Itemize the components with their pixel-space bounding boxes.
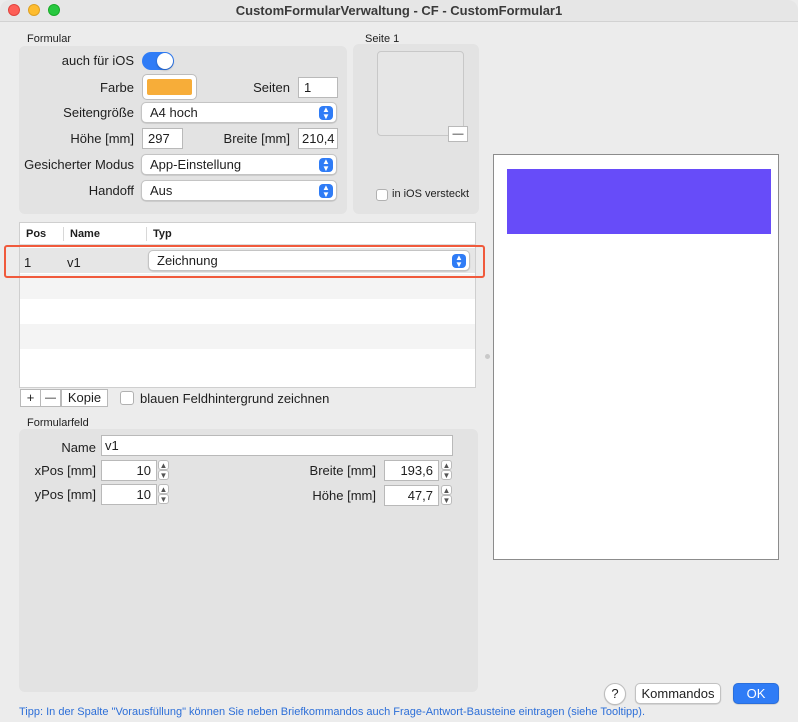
seiten-field[interactable]: 1 (298, 77, 338, 98)
help-button[interactable]: ? (604, 683, 626, 705)
column-separator (63, 227, 64, 241)
formular-section-label: Formular (27, 33, 72, 45)
selection-highlight (4, 245, 485, 278)
preview-field-v1[interactable] (507, 169, 771, 234)
handoff-value: Aus (150, 183, 173, 198)
ypos-stepper[interactable]: ▲ ▼ (158, 484, 169, 505)
hoehe-field[interactable]: 297 (142, 128, 183, 149)
table-row-empty (20, 324, 475, 349)
xpos-field[interactable]: 10 (101, 460, 157, 481)
column-separator (146, 227, 147, 241)
seitengroesse-value: A4 hoch (150, 105, 198, 120)
name-field[interactable]: v1 (101, 435, 453, 456)
ios-hidden-label: in iOS versteckt (392, 188, 470, 200)
feld-breite-label: Breite [mm] (309, 463, 376, 478)
modus-value: App-Einstellung (150, 157, 242, 172)
modus-label: Gesicherter Modus (24, 157, 134, 172)
window-title: CustomFormularVerwaltung - CF - CustomFo… (235, 3, 563, 18)
table-row-empty (20, 299, 475, 324)
tip-text: Tipp: In der Spalte "Vorausfüllung" könn… (19, 706, 646, 718)
chevron-up-down-icon: ▲ ▼ (319, 106, 333, 121)
toggle-knob (157, 53, 173, 69)
remove-field-button[interactable]: — (40, 389, 61, 407)
ypos-field[interactable]: 10 (101, 484, 157, 505)
handoff-label: Handoff (88, 183, 134, 198)
blue-background-checkbox[interactable] (120, 391, 134, 405)
feld-hoehe-label: Höhe [mm] (312, 488, 376, 503)
ios-label: auch für iOS (61, 53, 134, 68)
handoff-popup[interactable]: Aus ▲ ▼ (141, 180, 337, 201)
table-header: Pos Name Typ (20, 223, 475, 245)
page-thumbnail[interactable] (377, 51, 464, 136)
color-picker-button[interactable] (142, 74, 197, 100)
chevron-up-down-icon: ▲ ▼ (319, 184, 333, 199)
feld-breite-stepper[interactable]: ▲ ▼ (441, 460, 452, 481)
color-swatch (147, 79, 192, 95)
table-row-empty (20, 349, 475, 374)
seitengroesse-label: Seitengröße (63, 105, 134, 120)
column-header-typ[interactable]: Typ (153, 228, 172, 240)
xpos-label: xPos [mm] (34, 463, 96, 478)
name-label: Name (61, 440, 96, 455)
xpos-stepper[interactable]: ▲ ▼ (158, 460, 169, 481)
modus-popup[interactable]: App-Einstellung ▲ ▼ (141, 154, 337, 175)
formularfeld-section-label: Formularfeld (27, 417, 89, 429)
split-view-handle[interactable] (485, 354, 490, 359)
column-header-name[interactable]: Name (70, 228, 100, 240)
blue-background-label: blauen Feldhintergrund zeichnen (140, 391, 330, 406)
form-preview[interactable] (493, 154, 779, 560)
column-header-pos[interactable]: Pos (26, 228, 46, 240)
feld-breite-field[interactable]: 193,6 (384, 460, 439, 481)
chevron-up-down-icon: ▲ ▼ (319, 158, 333, 173)
kommandos-button[interactable]: Kommandos (635, 683, 721, 704)
seiten-label: Seiten (253, 80, 290, 95)
seitengroesse-popup[interactable]: A4 hoch ▲ ▼ (141, 102, 337, 123)
farbe-label: Farbe (100, 80, 134, 95)
add-field-button[interactable]: + (20, 389, 41, 407)
breite-label: Breite [mm] (223, 131, 290, 146)
title-bar: CustomFormularVerwaltung - CF - CustomFo… (0, 0, 798, 22)
feld-hoehe-field[interactable]: 47,7 (384, 485, 439, 506)
feld-hoehe-stepper[interactable]: ▲ ▼ (441, 485, 452, 506)
ios-hidden-checkbox[interactable] (376, 189, 388, 201)
ypos-label: yPos [mm] (34, 487, 96, 502)
window: CustomFormularVerwaltung - CF - CustomFo… (0, 0, 798, 722)
ios-toggle[interactable] (142, 52, 174, 70)
hoehe-label: Höhe [mm] (70, 131, 134, 146)
breite-field[interactable]: 210,4 (298, 128, 338, 149)
ok-button[interactable]: OK (733, 683, 779, 704)
copy-field-button[interactable]: Kopie (61, 389, 108, 407)
remove-page-button[interactable]: — (448, 126, 468, 142)
